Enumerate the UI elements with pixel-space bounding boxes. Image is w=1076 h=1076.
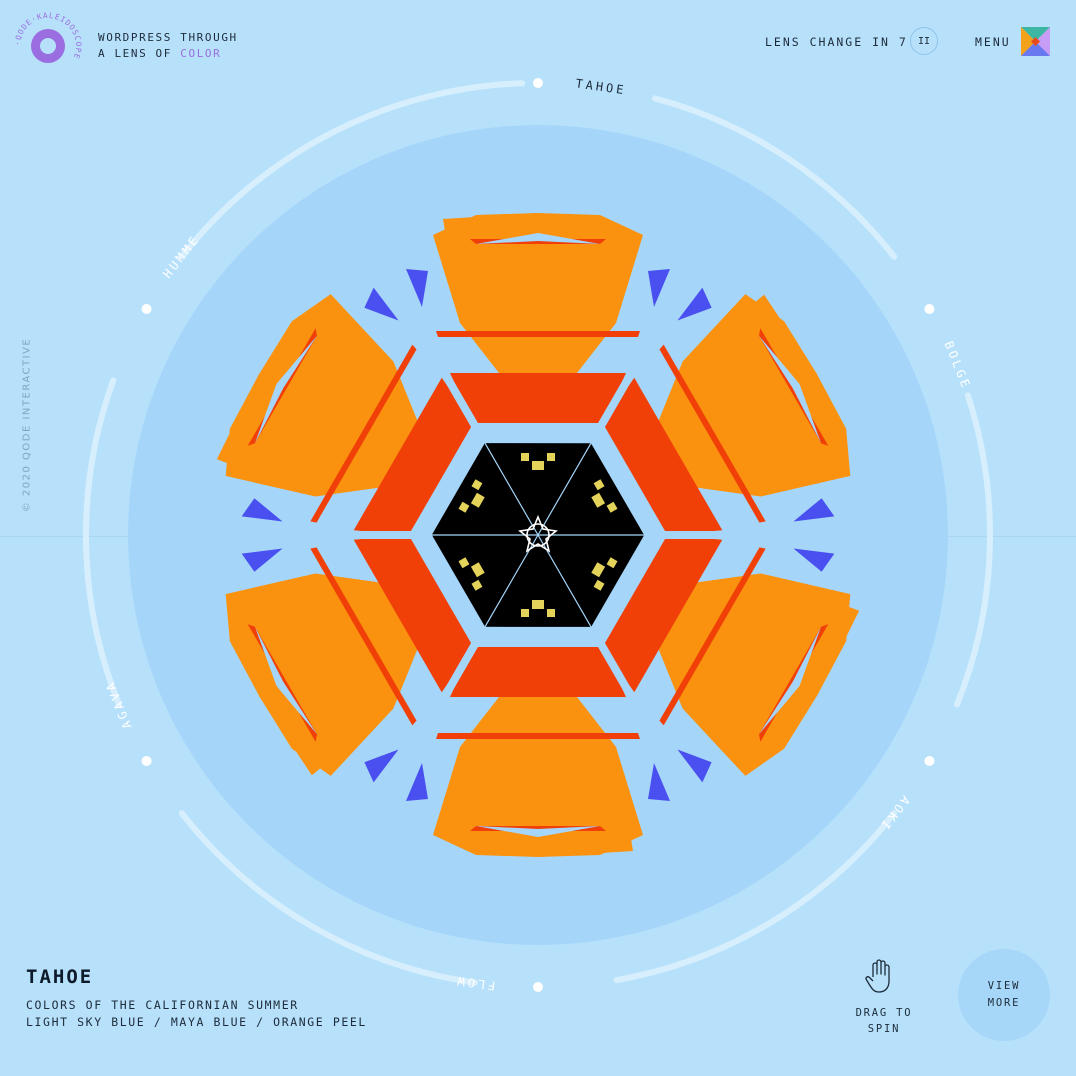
lens-change-countdown: LENS CHANGE IN 7 (765, 35, 908, 49)
pause-icon: II (917, 35, 931, 47)
lens-ring-dot[interactable] (141, 756, 152, 766)
lens-title: TAHOE (26, 966, 94, 988)
kaleidoscope-stage[interactable]: TAHOE BOLGE AOKI FLOW AGAVA HUMME (0, 0, 1076, 1076)
qode-ring-logo-icon[interactable]: ·QODE·KALEIDOSCOPE (14, 12, 82, 80)
lens-ring-dot[interactable] (533, 78, 543, 88)
lens-option-bolge[interactable]: BOLGE (941, 339, 973, 392)
tagline-line-1: WORDPRESS THROUGH (98, 31, 238, 44)
lens-ring-dot[interactable] (533, 982, 543, 992)
tagline-accent: COLOR (180, 47, 222, 60)
kaleidoscope-menu-icon[interactable] (1021, 27, 1050, 56)
lens-ring-dot[interactable] (141, 304, 152, 314)
lens-option-agava[interactable]: AGAVA (102, 678, 134, 731)
drag-hint-line-1: DRAG TO (855, 1007, 913, 1019)
view-more-line-1: VIEW (987, 980, 1021, 992)
tagline-line-2: A LENS OF (98, 47, 173, 60)
menu-label[interactable]: MENU (975, 35, 1011, 49)
hand-icon (865, 959, 890, 993)
lens-option-humme[interactable]: HUMME (160, 232, 203, 281)
lens-ring-dot[interactable] (924, 756, 935, 766)
lens-subtitle: COLORS OF THE CALIFORNIAN SUMMER (26, 998, 299, 1012)
brand-tagline: WORDPRESS THROUGH A LENS OF COLOR (98, 30, 238, 62)
lens-option-tahoe[interactable]: TAHOE (575, 76, 628, 97)
drag-to-spin-hint: DRAG TO SPIN (844, 1005, 924, 1037)
view-more-button[interactable]: VIEW MORE (958, 949, 1050, 1041)
pause-button[interactable]: II (910, 27, 938, 55)
lens-option-aoki[interactable]: AOKI (876, 793, 912, 834)
drag-hint-line-2: SPIN (867, 1023, 901, 1035)
lens-ring-dot[interactable] (924, 304, 935, 314)
lens-palette: LIGHT SKY BLUE / MAYA BLUE / ORANGE PEEL (26, 1015, 367, 1029)
copyright-vertical: © 2020 QODE INTERACTIVE (21, 337, 33, 513)
lens-option-flow[interactable]: FLOW (454, 973, 496, 993)
view-more-line-2: MORE (987, 997, 1021, 1009)
